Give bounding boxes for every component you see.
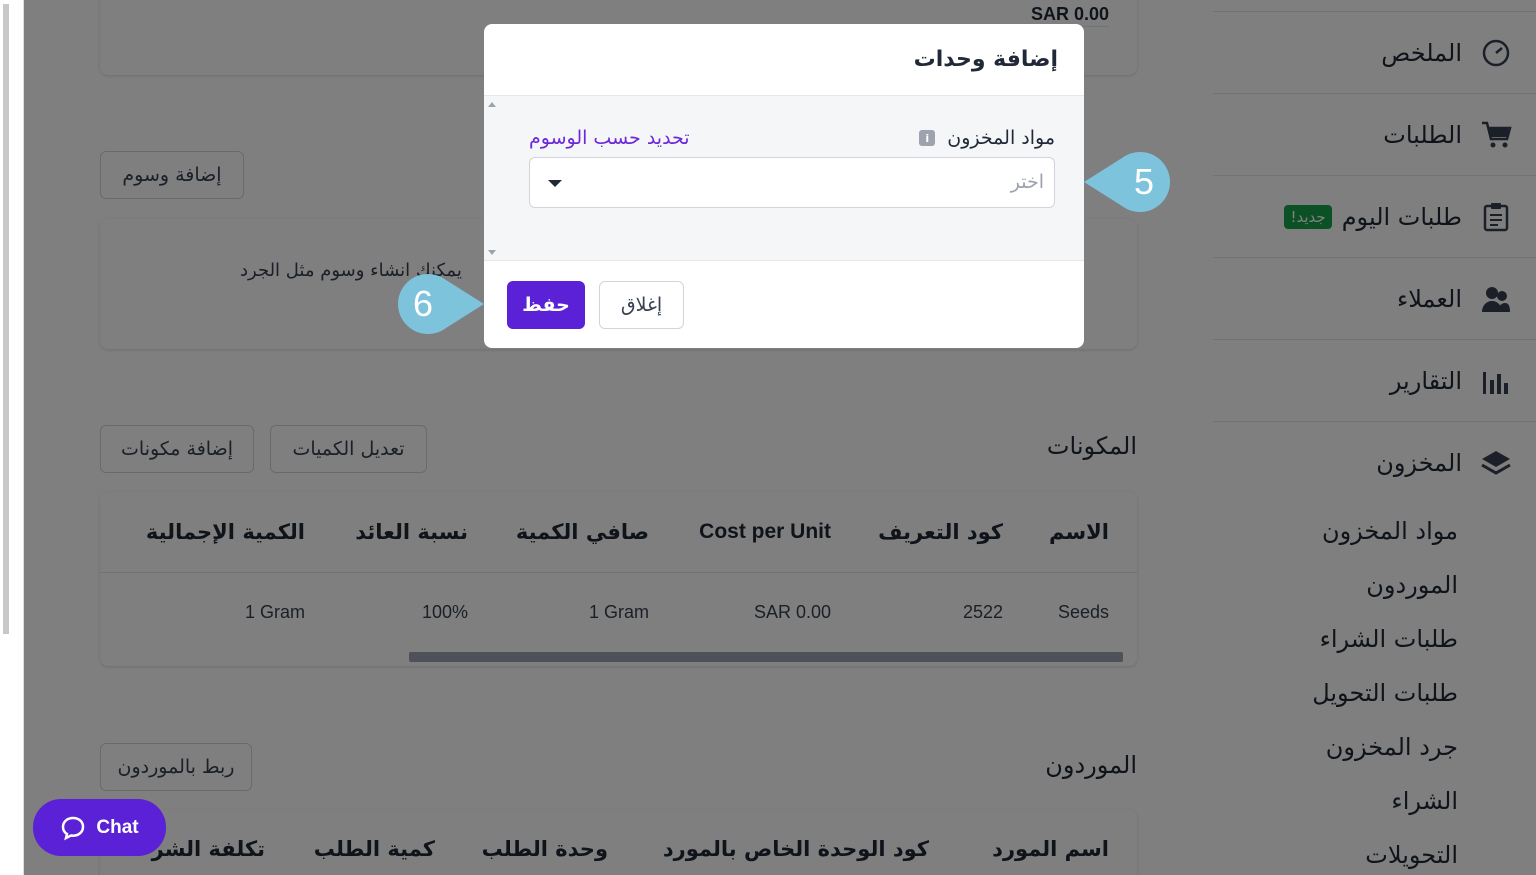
chat-bubble-icon — [62, 816, 85, 840]
modal-body: مواد المخزون i تحديد حسب الوسوم اختر — [484, 96, 1084, 261]
scroll-up-icon[interactable] — [488, 102, 496, 107]
step-number-6: 6 — [413, 283, 433, 324]
chat-label: Chat — [96, 816, 139, 838]
step-callout-5: 5 — [1084, 152, 1170, 212]
scroll-down-icon[interactable] — [488, 250, 496, 255]
step-number-5: 5 — [1134, 161, 1154, 202]
inventory-items-select[interactable]: اختر — [529, 157, 1055, 208]
modal-body-scrollbar[interactable] — [484, 96, 500, 261]
browser-scrollbar[interactable] — [0, 0, 24, 875]
inventory-items-label: مواد المخزون i — [919, 127, 1055, 149]
select-by-tags-link[interactable]: تحديد حسب الوسوم — [529, 127, 690, 149]
save-button[interactable]: حفظ — [507, 281, 585, 329]
info-icon[interactable]: i — [919, 130, 936, 146]
modal-footer: حفظ إغلاق — [484, 261, 1084, 348]
modal-header: إضافة وحدات — [484, 24, 1084, 96]
close-button[interactable]: إغلاق — [599, 281, 684, 329]
step-callout-6: 6 — [398, 274, 484, 334]
chevron-down-icon — [548, 180, 562, 187]
scrollbar-thumb[interactable] — [3, 4, 9, 634]
select-placeholder: اختر — [1010, 171, 1044, 193]
add-units-modal: إضافة وحدات مواد المخزون i تحديد حسب الو… — [484, 24, 1084, 348]
chat-button[interactable]: Chat — [33, 799, 166, 856]
modal-title: إضافة وحدات — [913, 47, 1058, 72]
field-label-text: مواد المخزون — [947, 127, 1055, 149]
